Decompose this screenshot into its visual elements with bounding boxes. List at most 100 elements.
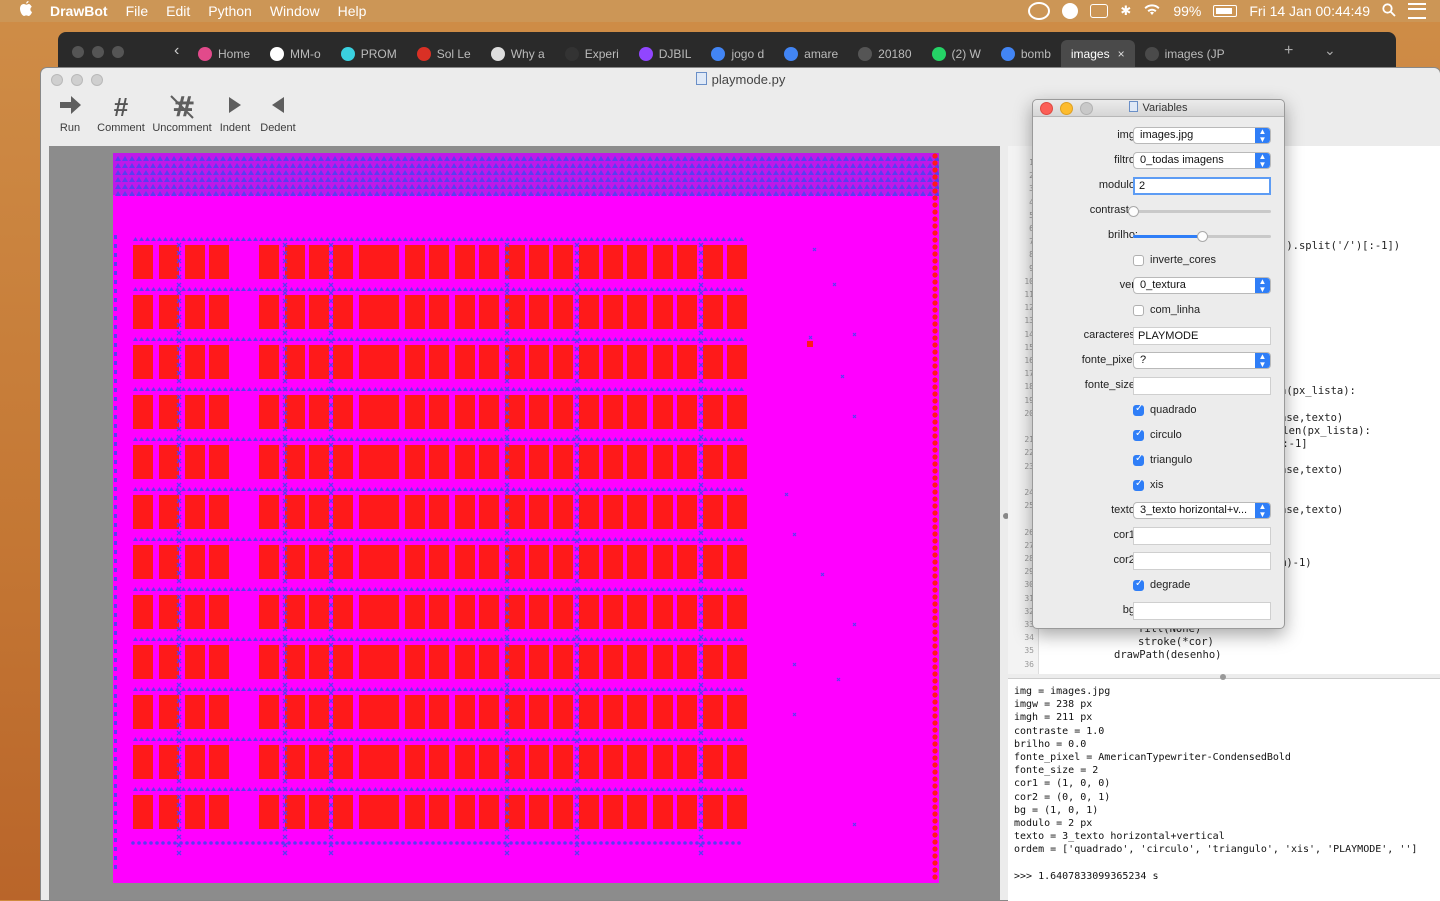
artwork-triangle-mark xyxy=(349,337,354,341)
minimize-icon[interactable] xyxy=(92,46,104,58)
line-number: 35 xyxy=(1024,646,1034,656)
artwork-circle-mark xyxy=(359,841,363,845)
brilho-slider-knob[interactable] xyxy=(1197,231,1208,242)
browser-tab[interactable]: Why a xyxy=(481,40,555,68)
tabs-scroll-left-icon[interactable]: ‹ xyxy=(174,42,179,60)
browser-tab[interactable]: Home xyxy=(188,40,260,68)
cor1-color-well[interactable] xyxy=(1133,527,1271,545)
canvas-preview-pane[interactable] xyxy=(49,146,1000,900)
comment-button[interactable]: # Comment xyxy=(91,92,151,144)
menu-python[interactable]: Python xyxy=(208,3,252,19)
uncomment-button[interactable]: # Uncomment xyxy=(149,90,215,144)
artwork-xis-mark xyxy=(574,434,580,440)
browser-tab[interactable]: MM-o xyxy=(260,40,331,68)
artwork-block xyxy=(405,295,425,329)
triangulo-checkbox[interactable] xyxy=(1133,453,1144,466)
fonte-size-input[interactable] xyxy=(1133,377,1271,395)
drawing-canvas[interactable] xyxy=(113,153,939,883)
browser-tab[interactable]: (2) W xyxy=(922,40,991,68)
img-select[interactable]: images.jpg ▲ ▼ xyxy=(1133,127,1271,144)
artwork-xis-mark xyxy=(282,530,288,536)
contraste-slider-knob[interactable] xyxy=(1128,206,1139,217)
menu-file[interactable]: File xyxy=(126,3,149,19)
artwork-block xyxy=(333,795,353,829)
xis-checkbox[interactable] xyxy=(1133,478,1144,491)
indent-button[interactable]: Indent xyxy=(213,92,257,144)
fonte-pixel-select[interactable]: ? ▲ ▼ xyxy=(1133,352,1271,369)
browser-tab[interactable]: DJBIL xyxy=(629,40,702,68)
notification-center-icon[interactable] xyxy=(1408,3,1426,19)
artwork-triangle-mark xyxy=(253,787,258,791)
apple-icon[interactable] xyxy=(18,0,36,22)
dedent-button[interactable]: Dedent xyxy=(255,92,301,144)
menu-window[interactable]: Window xyxy=(270,3,320,19)
menu-help[interactable]: Help xyxy=(338,3,367,19)
contraste-slider[interactable] xyxy=(1128,206,1271,217)
artwork-triangle-mark xyxy=(265,487,270,491)
artwork-triangle-mark xyxy=(523,437,528,441)
com-linha-checkbox[interactable] xyxy=(1133,305,1144,316)
spotlight-search-icon[interactable] xyxy=(1382,2,1396,20)
browser-tab[interactable]: images (JP xyxy=(1135,40,1235,68)
artwork-block xyxy=(703,345,723,379)
cor2-color-well[interactable] xyxy=(1133,552,1271,570)
creative-cloud-icon[interactable] xyxy=(1028,2,1051,20)
brilho-slider-fill xyxy=(1133,235,1202,238)
artwork-xis-mark xyxy=(176,282,182,288)
artwork-xis-mark xyxy=(574,634,580,640)
battery-icon[interactable] xyxy=(1213,5,1238,17)
artwork-triangle-mark xyxy=(553,387,558,391)
artwork-circle-mark xyxy=(932,216,938,222)
circulo-checkbox[interactable] xyxy=(1133,428,1144,441)
bg-color-well[interactable] xyxy=(1133,602,1271,620)
status-circle-icon[interactable] xyxy=(1062,3,1079,19)
artwork-triangle-mark xyxy=(715,387,720,391)
artwork-triangle-mark xyxy=(727,637,732,641)
artwork-triangle-mark xyxy=(715,637,720,641)
browser-tab[interactable]: Experi xyxy=(555,40,629,68)
brilho-slider[interactable] xyxy=(1133,231,1271,242)
zoom-icon[interactable] xyxy=(112,46,124,58)
browser-tab[interactable]: jogo d xyxy=(701,40,774,68)
filtro-select[interactable]: 0_todas imagens ▲ ▼ xyxy=(1133,152,1271,169)
keyboard-icon[interactable] xyxy=(1090,4,1109,18)
browser-tab[interactable]: images × xyxy=(1060,40,1135,68)
browser-tab[interactable]: bomb xyxy=(991,40,1061,68)
artwork-triangle-mark xyxy=(199,337,204,341)
artwork-circle-mark xyxy=(932,475,938,481)
texto-select[interactable]: 3_texto horizontal+v... ▲ ▼ xyxy=(1133,502,1271,519)
quadrado-checkbox[interactable] xyxy=(1133,403,1144,416)
output-console[interactable]: img = images.jpg imgw = 238 px imgh = 211 … xyxy=(1008,674,1440,901)
browser-tab[interactable]: amare xyxy=(774,40,848,68)
run-button[interactable]: Run xyxy=(47,92,93,144)
wifi-icon[interactable] xyxy=(1143,3,1161,19)
degrade-checkbox[interactable] xyxy=(1133,578,1144,591)
artwork-triangle-mark xyxy=(349,487,354,491)
menu-edit[interactable]: Edit xyxy=(166,3,190,19)
browser-tab[interactable]: 20180 xyxy=(848,40,921,68)
artwork-xis-mark xyxy=(328,482,334,488)
close-tab-icon[interactable]: × xyxy=(1118,47,1125,61)
chevron-down-icon[interactable]: ⌄ xyxy=(1324,42,1336,59)
modulo-input[interactable]: 2 xyxy=(1133,177,1271,195)
browser-tab[interactable]: Sol Le xyxy=(407,40,481,68)
artwork-xis-mark xyxy=(176,290,182,296)
artwork-triangle-mark xyxy=(523,337,528,341)
bluetooth-icon[interactable]: ✱ xyxy=(1120,3,1131,19)
browser-tab[interactable]: PROM xyxy=(331,40,407,68)
artwork-triangle-mark xyxy=(199,437,204,441)
inverte-cores-checkbox[interactable] xyxy=(1133,255,1144,266)
artwork-circle-mark xyxy=(932,587,938,593)
close-icon[interactable] xyxy=(72,46,84,58)
new-tab-icon[interactable]: + xyxy=(1284,42,1293,60)
artwork-xis-mark xyxy=(574,410,580,416)
artwork-block xyxy=(479,245,499,279)
ver-select[interactable]: 0_textura ▲ ▼ xyxy=(1133,277,1271,294)
clock[interactable]: Fri 14 Jan 00:44:49 xyxy=(1249,3,1370,19)
artwork-triangle-mark xyxy=(319,537,324,541)
artwork-triangle-mark xyxy=(535,637,540,641)
output-split-handle[interactable] xyxy=(1220,674,1226,680)
caracteres-input[interactable]: PLAYMODE xyxy=(1133,327,1271,345)
menu-app-name[interactable]: DrawBot xyxy=(50,3,108,19)
artwork-triangle-mark xyxy=(145,387,150,391)
